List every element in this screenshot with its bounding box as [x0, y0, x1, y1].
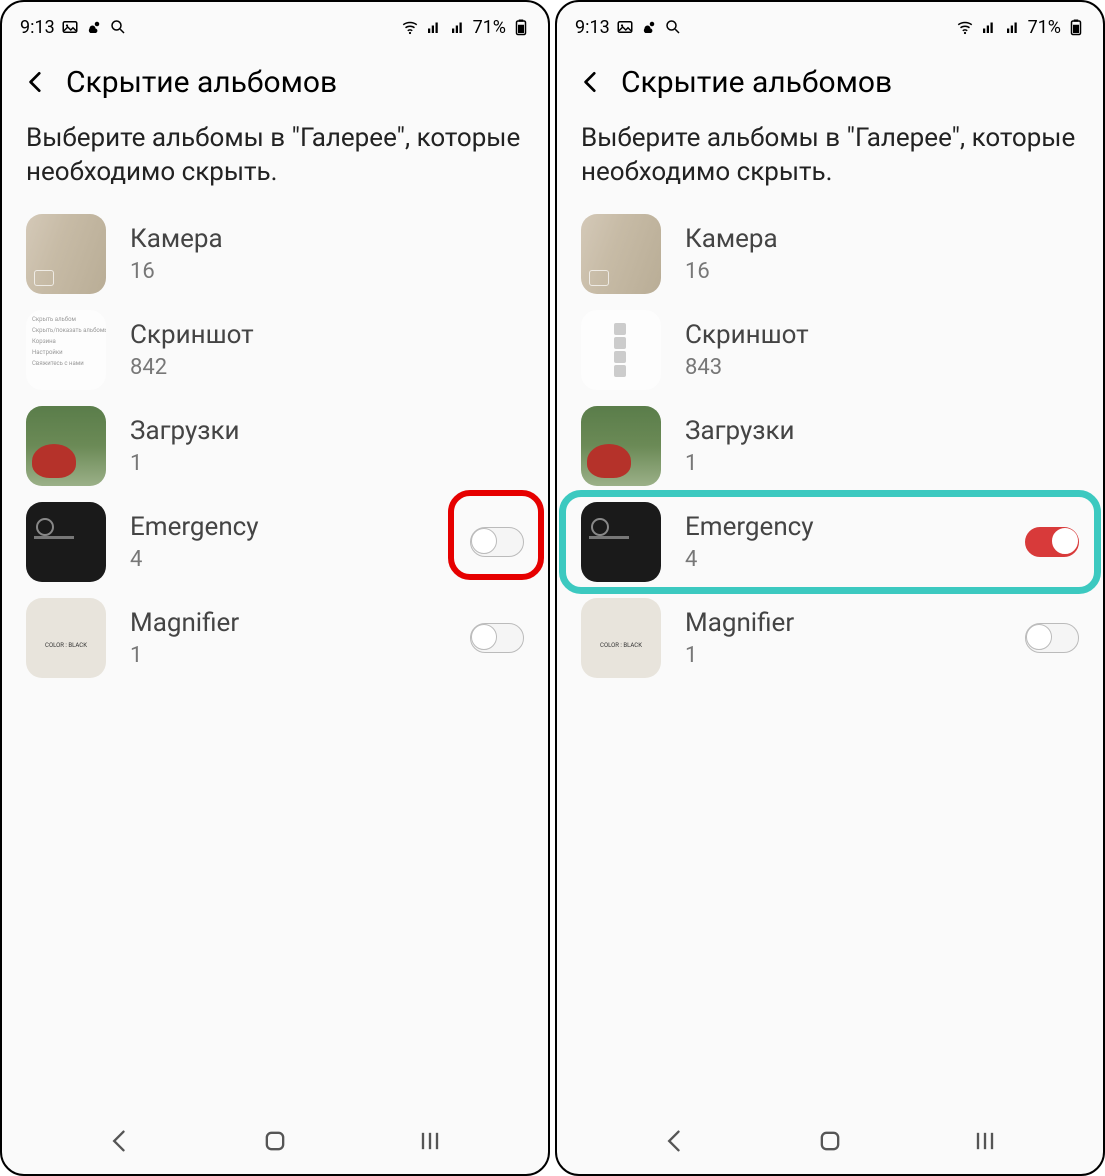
album-name: Magnifier [130, 608, 470, 639]
album-thumb: Скрыть альбомСкрыть/показать альбомыКорз… [26, 310, 106, 390]
album-thumb [26, 406, 106, 486]
album-thumb [26, 502, 106, 582]
back-button[interactable] [573, 64, 609, 100]
album-count: 16 [130, 259, 524, 284]
weather-icon [640, 18, 658, 36]
album-row-emergency[interactable]: Emergency 4 [18, 496, 532, 588]
search-icon [664, 18, 682, 36]
album-row-downloads[interactable]: Загрузки 1 [573, 400, 1087, 492]
album-count: 4 [685, 547, 1025, 572]
album-name: Загрузки [130, 416, 524, 447]
nav-home[interactable] [255, 1121, 295, 1161]
album-name: Камера [130, 224, 524, 255]
album-count: 842 [130, 355, 524, 380]
signal-icon [980, 18, 998, 36]
album-name: Emergency [685, 512, 1025, 543]
album-count: 1 [130, 643, 470, 668]
album-thumb [26, 214, 106, 294]
nav-recent[interactable] [965, 1121, 1005, 1161]
album-count: 843 [685, 355, 1079, 380]
weather-icon [85, 18, 103, 36]
album-row-screenshot[interactable]: Скрыть альбомСкрыть/показать альбомыКорз… [18, 304, 532, 396]
album-toggle[interactable] [1025, 623, 1079, 653]
status-time: 9:13 [20, 17, 55, 38]
album-row-downloads[interactable]: Загрузки 1 [18, 400, 532, 492]
album-count: 4 [130, 547, 470, 572]
album-name: Emergency [130, 512, 470, 543]
signal2-icon [449, 18, 467, 36]
album-name: Скриншот [130, 320, 524, 351]
nav-back[interactable] [655, 1121, 695, 1161]
header: Скрытие альбомов [557, 46, 1103, 108]
battery-icon [1067, 18, 1085, 36]
album-name: Загрузки [685, 416, 1079, 447]
album-thumb [581, 406, 661, 486]
phone-right: 9:13 71% Скрытие альбомов Выберите альбо… [555, 0, 1105, 1176]
album-thumb: COLOR : BLACK [581, 598, 661, 678]
back-button[interactable] [18, 64, 54, 100]
album-thumb: COLOR : BLACK [26, 598, 106, 678]
battery-pct: 71% [1028, 17, 1061, 38]
album-row-magnifier[interactable]: COLOR : BLACK Magnifier 1 [18, 592, 532, 684]
album-count: 1 [685, 643, 1025, 668]
android-navbar [2, 1118, 548, 1174]
album-name: Magnifier [685, 608, 1025, 639]
status-bar: 9:13 71% [557, 2, 1103, 46]
wifi-icon [401, 18, 419, 36]
search-icon [109, 18, 127, 36]
nav-recent[interactable] [410, 1121, 450, 1161]
nav-back[interactable] [100, 1121, 140, 1161]
page-subtitle: Выберите альбомы в "Галерее", которые не… [557, 108, 1103, 208]
album-name: Скриншот [685, 320, 1079, 351]
album-row-emergency[interactable]: Emergency 4 [573, 496, 1087, 588]
page-title: Скрытие альбомов [621, 65, 892, 100]
android-navbar [557, 1118, 1103, 1174]
page-subtitle: Выберите альбомы в "Галерее", которые не… [2, 108, 548, 208]
album-thumb [581, 310, 661, 390]
album-row-camera[interactable]: Камера 16 [573, 208, 1087, 300]
album-toggle[interactable] [470, 623, 524, 653]
album-toggle[interactable] [470, 527, 524, 557]
album-toggle[interactable] [1025, 527, 1079, 557]
header: Скрытие альбомов [2, 46, 548, 108]
album-row-magnifier[interactable]: COLOR : BLACK Magnifier 1 [573, 592, 1087, 684]
phone-left: 9:13 71% Скрытие альбомов Выберите альбо… [0, 0, 550, 1176]
album-list: Камера 16 Скрыть альбомСкрыть/показать а… [2, 208, 548, 1118]
nav-home[interactable] [810, 1121, 850, 1161]
album-count: 1 [130, 451, 524, 476]
image-icon [61, 18, 79, 36]
image-icon [616, 18, 634, 36]
album-thumb [581, 214, 661, 294]
signal2-icon [1004, 18, 1022, 36]
battery-pct: 71% [473, 17, 506, 38]
wifi-icon [956, 18, 974, 36]
battery-icon [512, 18, 530, 36]
status-bar: 9:13 71% [2, 2, 548, 46]
album-list: Камера 16 Скриншот 843 Загрузки 1 [557, 208, 1103, 1118]
signal-icon [425, 18, 443, 36]
album-row-camera[interactable]: Камера 16 [18, 208, 532, 300]
album-name: Камера [685, 224, 1079, 255]
album-thumb [581, 502, 661, 582]
album-row-screenshot[interactable]: Скриншот 843 [573, 304, 1087, 396]
album-count: 1 [685, 451, 1079, 476]
album-count: 16 [685, 259, 1079, 284]
status-time: 9:13 [575, 17, 610, 38]
page-title: Скрытие альбомов [66, 65, 337, 100]
